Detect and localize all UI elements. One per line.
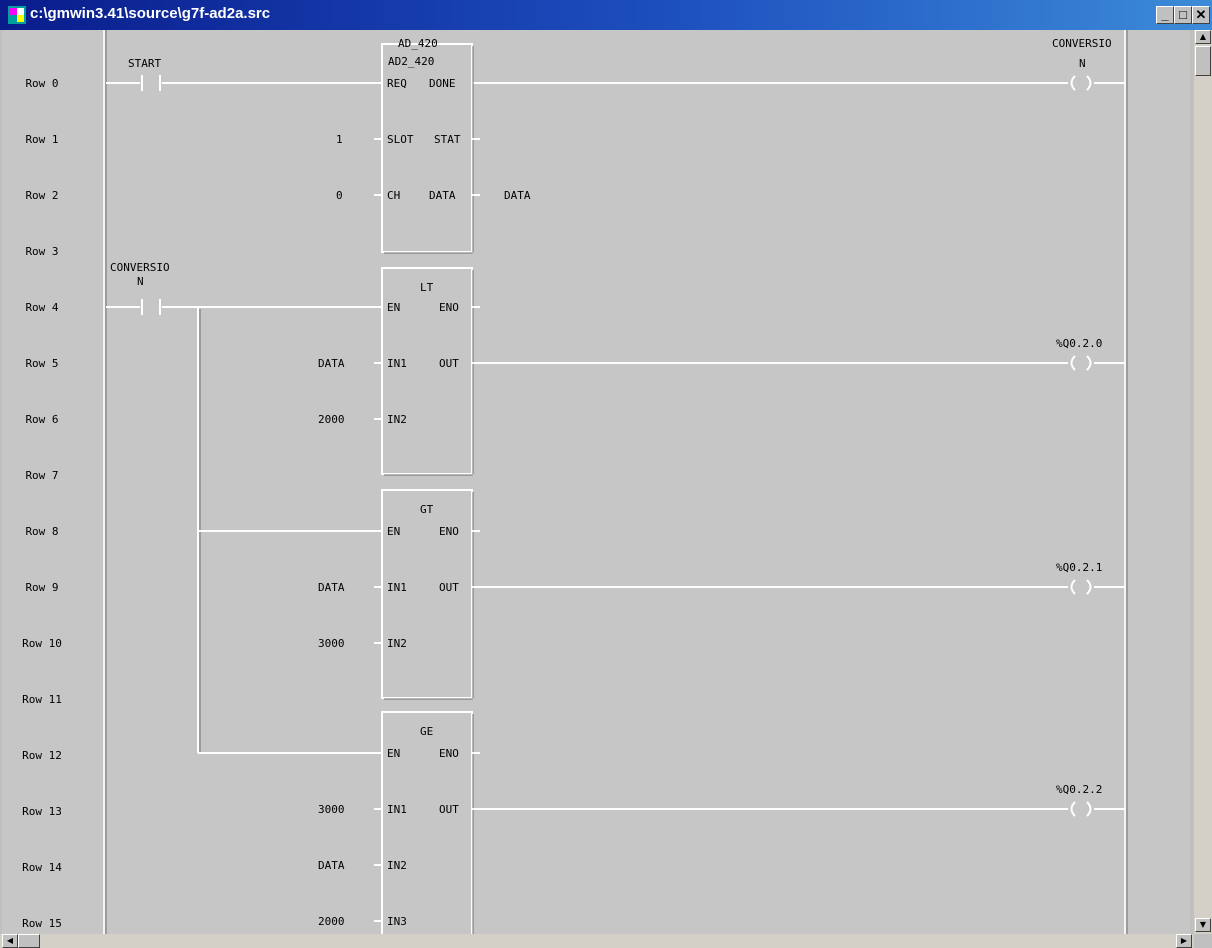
ge-in3-value[interactable]: 2000 — [318, 915, 345, 928]
ad420-pin-slot: SLOT — [387, 133, 414, 146]
ge-pin-eno: ENO — [439, 747, 459, 760]
conversion-coil — [1070, 75, 1125, 91]
row-label: Row 1 — [25, 133, 59, 146]
gt-pin-in1: IN1 — [387, 581, 407, 594]
row-label: Row 6 — [25, 413, 59, 426]
row-label: Row 9 — [25, 581, 59, 594]
ad420-pin-stat: STAT — [434, 133, 461, 146]
ladder-wiring — [103, 30, 1128, 934]
ge-in2-value[interactable]: DATA — [318, 859, 345, 872]
q020-coil-label[interactable]: %Q0.2.0 — [1056, 337, 1102, 350]
row-label: Row 4 — [25, 301, 59, 314]
window-title: c:\gmwin3.41\source\g7f-ad2a.src — [30, 5, 271, 22]
ge-pin-in1: IN1 — [387, 803, 407, 816]
lt-block — [374, 267, 480, 476]
row-label: Row 0 — [25, 77, 59, 90]
row-label: Row 8 — [25, 525, 59, 538]
ad420-pin-done: DONE — [429, 77, 456, 90]
row-label: Row 10 — [22, 637, 62, 650]
row-label: Row 13 — [22, 805, 62, 818]
ge-in1-value[interactable]: 3000 — [318, 803, 345, 816]
ad420-pin-data: DATA — [429, 189, 456, 202]
q021-coil-label[interactable]: %Q0.2.1 — [1056, 561, 1102, 574]
ge-pin-in3: IN3 — [387, 915, 407, 928]
scroll-right-icon[interactable]: ▶ — [1176, 934, 1192, 948]
lt-in2-value[interactable]: 2000 — [318, 413, 345, 426]
ad420-pin-req: REQ — [387, 77, 407, 90]
ge-block — [374, 711, 480, 934]
gt-in1-value[interactable]: DATA — [318, 581, 345, 594]
scroll-down-icon[interactable]: ▼ — [1195, 918, 1211, 932]
ge-pin-in2: IN2 — [387, 859, 407, 872]
lt-in1-value[interactable]: DATA — [318, 357, 345, 370]
vertical-scroll-thumb[interactable] — [1195, 46, 1211, 76]
lt-pin-eno: ENO — [439, 301, 459, 314]
title-bar[interactable]: c:\gmwin3.41\source\g7f-ad2a.src _ □ ✕ — [0, 0, 1212, 30]
close-button[interactable]: ✕ — [1192, 6, 1210, 24]
gt-in2-value[interactable]: 3000 — [318, 637, 345, 650]
gt-pin-in2: IN2 — [387, 637, 407, 650]
row-label: Row 5 — [25, 357, 59, 370]
ge-type-label[interactable]: GE — [420, 725, 433, 738]
conversion-coil-label-line2[interactable]: N — [1079, 57, 1086, 70]
gt-type-label[interactable]: GT — [420, 503, 433, 516]
row-label: Row 2 — [25, 189, 59, 202]
lt-pin-out: OUT — [439, 357, 459, 370]
ad420-ch-value[interactable]: 0 — [336, 189, 343, 202]
ad420-instance-label[interactable]: AD2_420 — [388, 55, 434, 68]
scroll-up-icon[interactable]: ▲ — [1195, 30, 1211, 44]
row-label: Row 14 — [22, 861, 62, 874]
gt-pin-eno: ENO — [439, 525, 459, 538]
q022-coil-label[interactable]: %Q0.2.2 — [1056, 783, 1102, 796]
ladder-canvas[interactable]: Row 0 Row 1 Row 2 Row 3 Row 4 Row 5 Row … — [2, 30, 1190, 934]
minimize-button[interactable]: _ — [1156, 6, 1174, 24]
gt-pin-out: OUT — [439, 581, 459, 594]
ge-pin-out: OUT — [439, 803, 459, 816]
ad420-data-output[interactable]: DATA — [504, 189, 531, 202]
conversion-contact-label[interactable]: CONVERSIO — [110, 261, 170, 274]
row-label: Row 11 — [22, 693, 62, 706]
ad420-pin-ch: CH — [387, 189, 401, 202]
lt-type-label[interactable]: LT — [420, 281, 433, 294]
lt-pin-in2: IN2 — [387, 413, 407, 426]
program-window: c:\gmwin3.41\source\g7f-ad2a.src _ □ ✕ R… — [0, 0, 1212, 948]
scroll-left-icon[interactable]: ◀ — [2, 934, 18, 948]
app-icon[interactable] — [8, 6, 26, 24]
row-label: Row 3 — [25, 245, 59, 258]
horizontal-scrollbar[interactable]: ◀ ▶ — [0, 934, 1194, 948]
ge-pin-en: EN — [387, 747, 401, 760]
lt-pin-in1: IN1 — [387, 357, 407, 370]
row-label: Row 7 — [25, 469, 59, 482]
maximize-button[interactable]: □ — [1174, 6, 1192, 24]
vertical-scrollbar[interactable]: ▲ ▼ — [1194, 30, 1212, 934]
start-contact-label[interactable]: START — [128, 57, 161, 70]
row-label: Row 15 — [22, 917, 62, 930]
conversion-contact-label-line2[interactable]: N — [137, 275, 144, 288]
ad420-type-label[interactable]: AD_420 — [398, 37, 438, 50]
ad420-slot-value[interactable]: 1 — [336, 133, 343, 146]
gt-pin-en: EN — [387, 525, 401, 538]
row-label: Row 12 — [22, 749, 62, 762]
lt-pin-en: EN — [387, 301, 401, 314]
conversion-coil-label[interactable]: CONVERSIO — [1052, 37, 1112, 50]
start-contact — [106, 75, 382, 91]
horizontal-scroll-thumb[interactable] — [18, 934, 40, 948]
gt-block — [374, 489, 480, 700]
ad420-block — [374, 43, 480, 254]
conversion-contact — [106, 299, 382, 315]
